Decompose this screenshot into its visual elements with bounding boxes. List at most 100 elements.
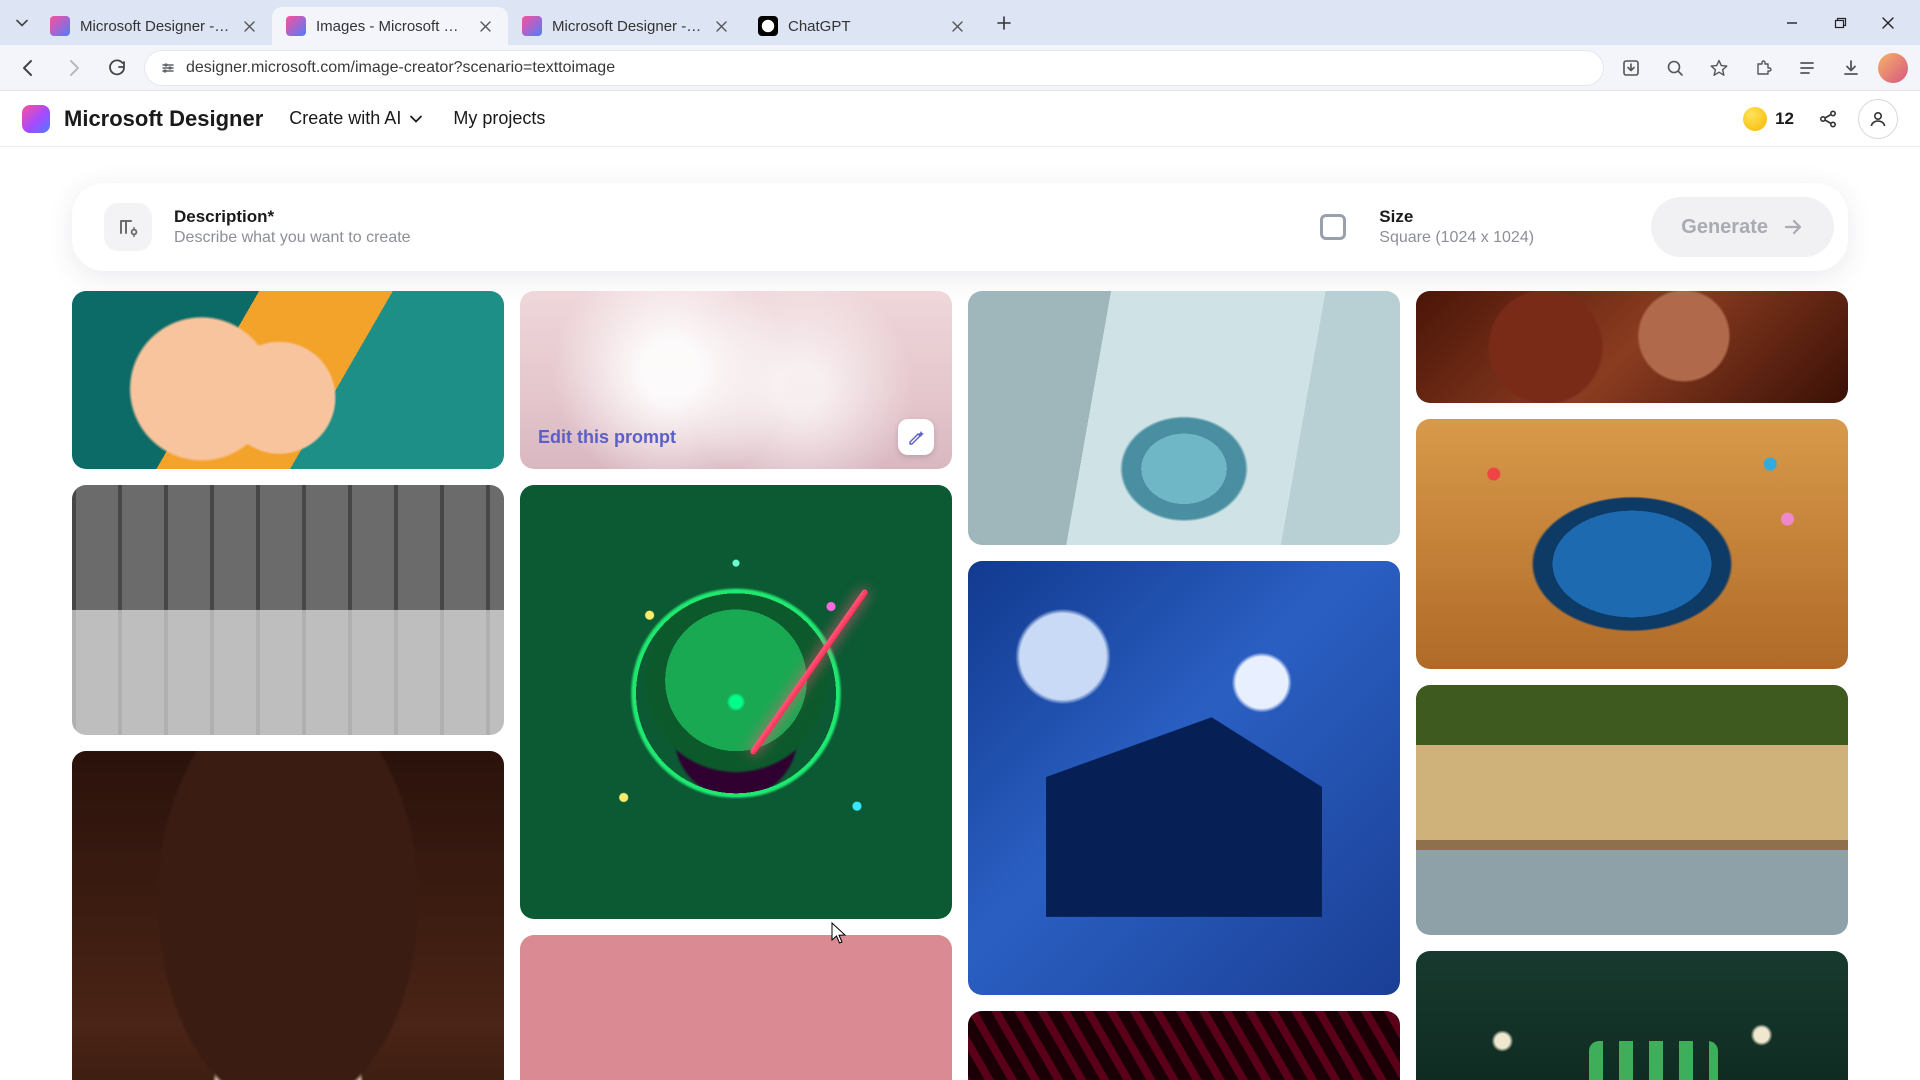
window-minimize-button[interactable] <box>1768 3 1816 43</box>
size-value: Square (1024 x 1024) <box>1379 229 1534 247</box>
chatgpt-favicon-icon <box>758 16 778 36</box>
text-prompt-icon <box>104 203 152 251</box>
gallery-card[interactable] <box>72 751 504 1080</box>
tab-title: Microsoft Designer - Stunning <box>80 18 230 35</box>
extensions-button[interactable] <box>1746 51 1780 85</box>
gallery-card[interactable] <box>968 1011 1400 1080</box>
reload-button[interactable] <box>100 51 134 85</box>
gallery-card[interactable] <box>1416 291 1848 403</box>
chevron-down-icon <box>409 112 423 126</box>
arrow-left-icon <box>19 58 39 78</box>
browser-titlebar: Microsoft Designer - Stunning Images - M… <box>0 0 1920 45</box>
gallery-card[interactable] <box>1416 419 1848 669</box>
generate-button[interactable]: Generate <box>1651 197 1834 257</box>
designer-favicon-icon <box>522 16 542 36</box>
nav-create-label: Create with AI <box>289 108 401 129</box>
gallery-card[interactable] <box>72 485 504 735</box>
designer-logo-icon <box>22 105 50 133</box>
designer-favicon-icon <box>286 16 306 36</box>
browser-tab[interactable]: ChatGPT <box>744 7 980 45</box>
arrow-right-icon <box>1782 216 1804 238</box>
window-close-button[interactable] <box>1864 3 1912 43</box>
gallery-card[interactable] <box>520 935 952 1080</box>
tab-close-button[interactable] <box>476 17 494 35</box>
size-icon <box>1309 203 1357 251</box>
downloads-button[interactable] <box>1834 51 1868 85</box>
gallery-card[interactable] <box>968 561 1400 995</box>
bookmark-button[interactable] <box>1702 51 1736 85</box>
puzzle-icon <box>1753 58 1773 78</box>
description-placeholder: Describe what you want to create <box>174 229 411 247</box>
arrow-right-icon <box>63 58 83 78</box>
close-icon <box>952 21 963 32</box>
gallery-card[interactable] <box>968 291 1400 545</box>
person-icon <box>1868 109 1888 129</box>
gallery-card[interactable] <box>72 291 504 469</box>
nav-projects-label: My projects <box>453 108 545 129</box>
address-bar[interactable]: designer.microsoft.com/image-creator?sce… <box>144 50 1604 86</box>
main-area: Description* Describe what you want to c… <box>0 147 1920 1080</box>
app-header: Microsoft Designer Create with AI My pro… <box>0 91 1920 147</box>
back-button[interactable] <box>12 51 46 85</box>
close-icon <box>716 21 727 32</box>
install-icon <box>1621 58 1641 78</box>
gallery-card[interactable] <box>1416 951 1848 1080</box>
chevron-down-icon <box>16 17 28 29</box>
designer-favicon-icon <box>50 16 70 36</box>
zoom-icon <box>1665 58 1685 78</box>
close-icon <box>1881 16 1895 30</box>
gallery-column <box>968 291 1400 1080</box>
browser-toolbar: designer.microsoft.com/image-creator?sce… <box>0 45 1920 91</box>
tab-close-button[interactable] <box>948 17 966 35</box>
nav-my-projects[interactable]: My projects <box>453 108 545 129</box>
browser-tab[interactable]: Microsoft Designer - Stunning <box>508 7 744 45</box>
generate-label: Generate <box>1681 216 1768 239</box>
profile-avatar-button[interactable] <box>1878 53 1908 83</box>
plus-icon <box>997 16 1011 30</box>
tab-title: Images - Microsoft Designer <box>316 18 466 35</box>
site-info-button[interactable] <box>160 60 176 76</box>
share-button[interactable] <box>1808 99 1848 139</box>
tab-close-button[interactable] <box>712 17 730 35</box>
credits-count: 12 <box>1775 109 1794 129</box>
brand-title[interactable]: Microsoft Designer <box>64 106 263 132</box>
size-label: Size <box>1379 207 1534 227</box>
new-tab-button[interactable] <box>986 5 1022 41</box>
gallery-card[interactable] <box>520 485 952 919</box>
reading-list-button[interactable] <box>1790 51 1824 85</box>
restore-icon <box>1833 16 1847 30</box>
gallery-column <box>1416 291 1848 1080</box>
reload-icon <box>107 58 127 78</box>
edit-prompt-button[interactable] <box>898 419 934 455</box>
install-app-button[interactable] <box>1614 51 1648 85</box>
tune-icon <box>160 60 176 76</box>
close-icon <box>244 21 255 32</box>
prompt-bar: Description* Describe what you want to c… <box>72 183 1848 271</box>
tab-title: Microsoft Designer - Stunning <box>552 18 702 35</box>
coin-icon <box>1743 107 1767 131</box>
forward-button[interactable] <box>56 51 90 85</box>
credits-indicator[interactable]: 12 <box>1743 107 1794 131</box>
zoom-button[interactable] <box>1658 51 1692 85</box>
nav-create-with-ai[interactable]: Create with AI <box>289 108 423 129</box>
url-text: designer.microsoft.com/image-creator?sce… <box>186 59 615 77</box>
tab-close-button[interactable] <box>240 17 258 35</box>
browser-tab[interactable]: Microsoft Designer - Stunning <box>36 7 272 45</box>
browser-tabs: Microsoft Designer - Stunning Images - M… <box>36 0 1768 45</box>
close-icon <box>480 21 491 32</box>
gallery-card[interactable] <box>1416 685 1848 935</box>
description-field[interactable]: Description* Describe what you want to c… <box>98 193 1295 261</box>
edit-sparkle-icon <box>907 428 925 446</box>
share-icon <box>1817 108 1839 130</box>
gallery-card[interactable]: Edit this prompt <box>520 291 952 469</box>
size-field[interactable]: Size Square (1024 x 1024) <box>1303 193 1643 261</box>
account-button[interactable] <box>1858 99 1898 139</box>
window-controls <box>1768 3 1912 43</box>
tab-search-dropdown[interactable] <box>8 9 36 37</box>
star-icon <box>1709 58 1729 78</box>
browser-tab[interactable]: Images - Microsoft Designer <box>272 7 508 45</box>
minimize-icon <box>1785 16 1799 30</box>
tab-title: ChatGPT <box>788 18 938 35</box>
gallery-column: Edit this prompt <box>520 291 952 1080</box>
window-restore-button[interactable] <box>1816 3 1864 43</box>
